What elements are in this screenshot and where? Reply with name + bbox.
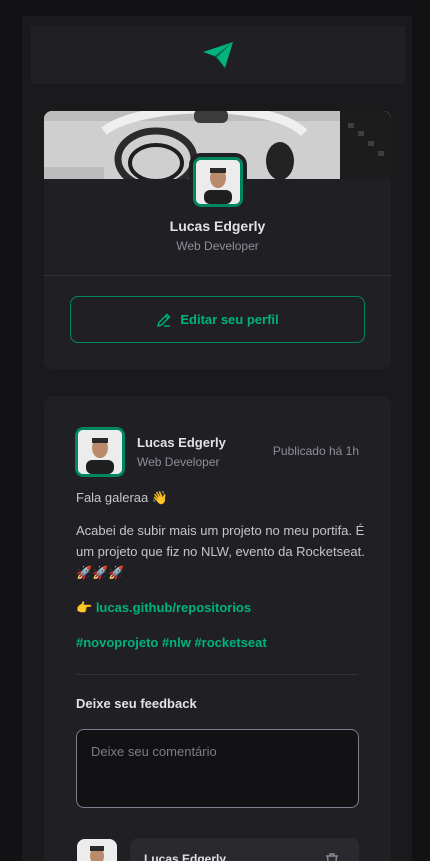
avatar[interactable] bbox=[189, 153, 247, 211]
feedback-title: Deixe seu feedback bbox=[76, 696, 197, 711]
post-hashtags-line: #novoprojeto #nlw #rocketseat bbox=[76, 632, 366, 653]
comment-author-name: Lucas Edgerly bbox=[144, 852, 227, 861]
post-body: Acabei de subir mais um projeto no meu p… bbox=[76, 523, 365, 580]
edit-profile-button[interactable]: Editar seu perfil bbox=[70, 296, 365, 343]
trash-icon[interactable] bbox=[323, 851, 341, 861]
comment-avatar[interactable] bbox=[77, 839, 117, 861]
profile-name: Lucas Edgerly bbox=[169, 218, 266, 234]
divider bbox=[76, 674, 358, 675]
avatar[interactable] bbox=[71, 423, 129, 481]
divider bbox=[44, 275, 391, 276]
profile-card: Lucas Edgerly Web Developer Editar seu p… bbox=[44, 111, 391, 369]
app-header bbox=[31, 26, 405, 84]
post-author-name: Lucas Edgerly bbox=[137, 435, 226, 450]
post-author-role: Web Developer bbox=[137, 455, 220, 469]
profile-role: Web Developer bbox=[176, 239, 259, 253]
comment-box: Lucas Edgerly bbox=[130, 838, 359, 861]
post-card: Lucas Edgerly Web Developer Publicado há… bbox=[44, 396, 391, 861]
post-greeting: Fala galeraa 👋 bbox=[76, 490, 169, 505]
post-link[interactable]: lucas.github/repositorios bbox=[96, 600, 251, 615]
post-timestamp: Publicado há 1h bbox=[272, 444, 359, 458]
pencil-icon bbox=[157, 313, 171, 327]
post-hashtags[interactable]: #novoprojeto #nlw #rocketseat bbox=[76, 635, 267, 650]
post-link-line: 👉 lucas.github/repositorios bbox=[76, 597, 366, 618]
edit-profile-label: Editar seu perfil bbox=[180, 312, 279, 327]
pointing-hand-icon: 👉 bbox=[76, 600, 93, 615]
paper-plane-icon bbox=[203, 42, 233, 68]
comment-input[interactable] bbox=[76, 729, 359, 808]
